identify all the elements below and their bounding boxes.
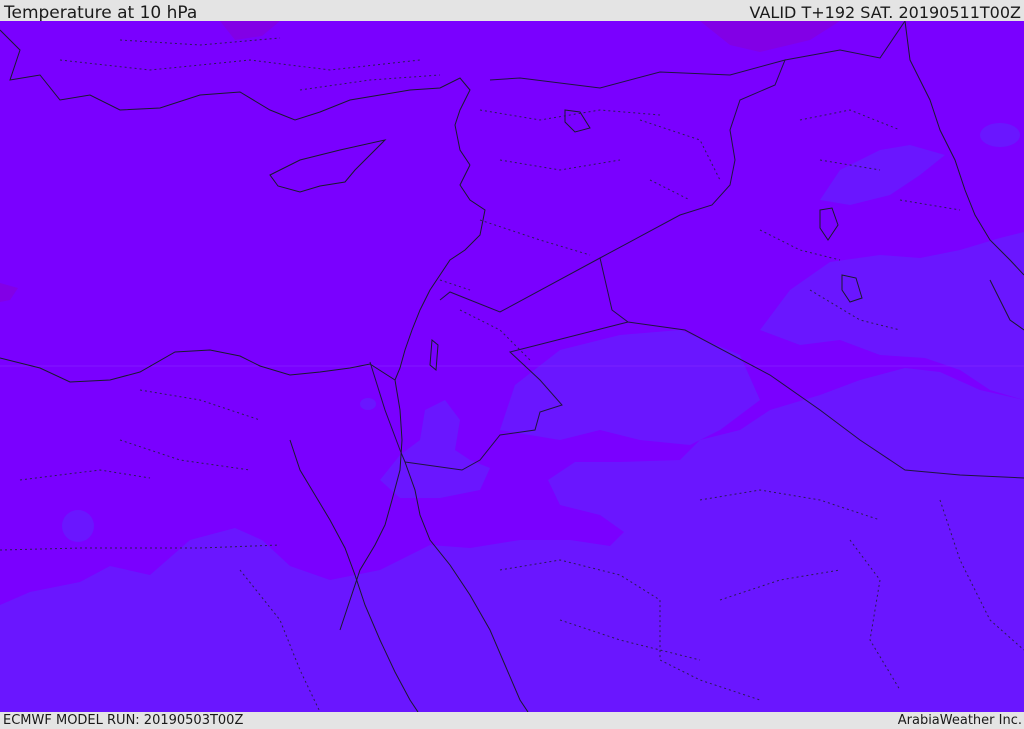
temperature-field-cool-caspian xyxy=(980,123,1020,147)
header-bar: Temperature at 10 hPa VALID T+192 SAT. 2… xyxy=(0,0,1024,23)
map-canvas xyxy=(0,21,1024,712)
weather-map[interactable] xyxy=(0,21,1024,712)
brand-label: ArabiaWeather Inc. xyxy=(897,713,1022,728)
temperature-field-cool-small xyxy=(360,398,376,410)
chart-title: Temperature at 10 hPa xyxy=(4,3,198,23)
valid-time-label: VALID T+192 SAT. 20190511T00Z xyxy=(749,3,1021,22)
footer-bar: ECMWF MODEL RUN: 20190503T00Z ArabiaWeat… xyxy=(0,712,1024,729)
model-run-label: ECMWF MODEL RUN: 20190503T00Z xyxy=(3,713,244,728)
temperature-field-cool-egypt xyxy=(62,510,94,542)
